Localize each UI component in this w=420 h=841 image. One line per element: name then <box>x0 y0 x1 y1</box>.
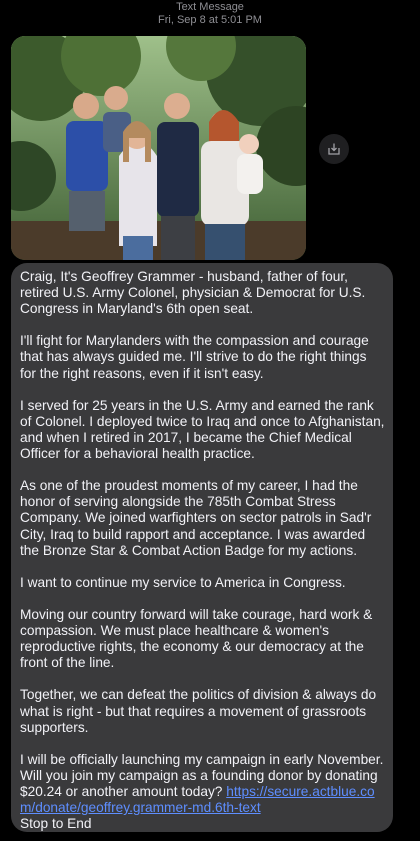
message-paragraph: As one of the proudest moments of my car… <box>20 478 372 558</box>
message-timestamp: Fri, Sep 8 at 5:01 PM <box>158 14 262 26</box>
message-closing-paragraph: I will be officially launching my campai… <box>20 752 385 832</box>
stop-to-end-text: Stop to End <box>20 816 92 832</box>
message-paragraph: I served for 25 years in the U.S. Army a… <box>20 397 385 462</box>
save-attachment-button[interactable] <box>319 134 349 164</box>
message-paragraph: I'll fight for Marylanders with the comp… <box>20 333 369 381</box>
message-paragraph: Moving our country forward will take cou… <box>20 606 373 671</box>
message-paragraph: Craig, It's Geoffrey Grammer - husband, … <box>20 269 366 317</box>
message-type-label: Text Message <box>176 1 244 13</box>
family-photo-illustration <box>11 36 306 260</box>
photo-attachment[interactable] <box>11 36 306 260</box>
message-header: Text Message Fri, Sep 8 at 5:01 PM <box>0 0 420 27</box>
message-bubble[interactable]: Craig, It's Geoffrey Grammer - husband, … <box>11 263 393 832</box>
message-paragraph: I want to continue my service to America… <box>20 574 346 590</box>
share-download-icon <box>328 143 340 155</box>
message-paragraph: Together, we can defeat the politics of … <box>20 687 377 735</box>
